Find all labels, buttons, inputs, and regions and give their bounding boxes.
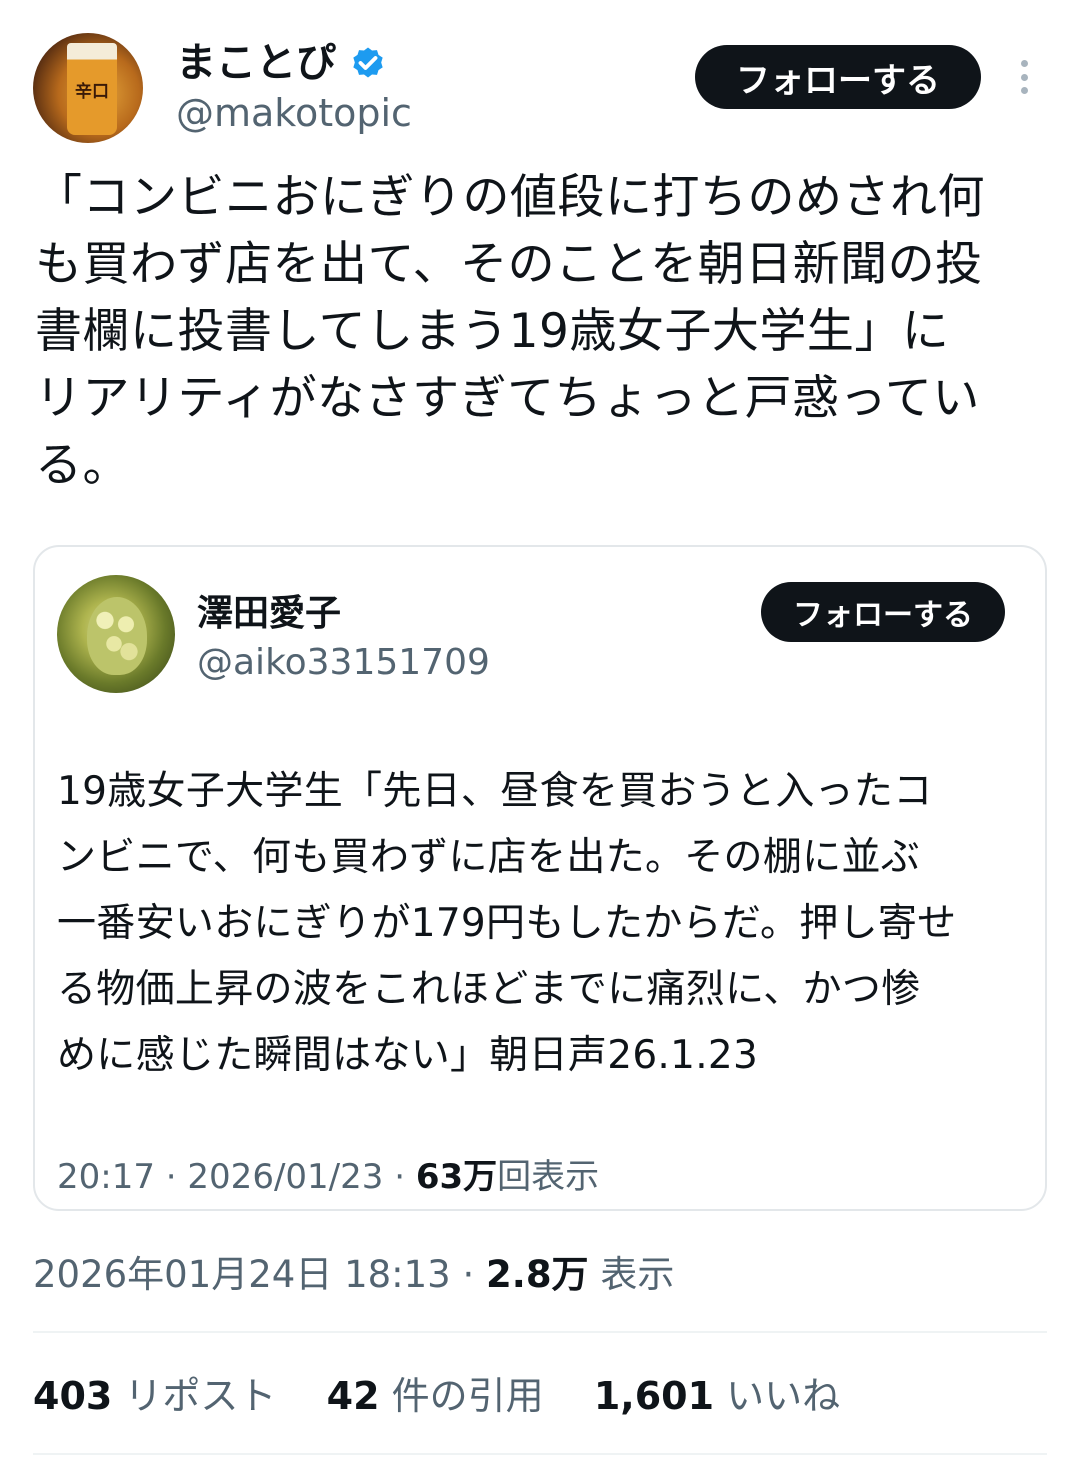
author-name[interactable]: まことぴ: [176, 38, 336, 88]
likes-label: いいね: [726, 1374, 841, 1418]
follow-button[interactable]: フォローする: [695, 45, 981, 109]
tweet-views-label: 表示: [600, 1253, 675, 1296]
quoted-views-count: 63万: [415, 1157, 498, 1197]
more-vertical-icon[interactable]: [1010, 60, 1038, 94]
reposts-label: リポスト: [124, 1374, 277, 1418]
quoted-author-avatar[interactable]: [57, 575, 175, 693]
avatar-label: 辛口: [75, 82, 109, 102]
engagement-stats: 403 リポスト 42 件の引用 1,601 いいね: [33, 1370, 840, 1422]
tweet-views-count: 2.8万: [486, 1253, 589, 1296]
meta-separator: ·: [462, 1253, 475, 1296]
quoted-tweet-text: 19歳女子大学生「先日、昼食を買おうと入ったコ ンビニで、何も買わずに店を出た。…: [57, 769, 957, 1078]
grape-cluster-image: [87, 597, 147, 675]
likes-count: 1,601: [593, 1374, 715, 1418]
meta-separator: ·: [165, 1157, 177, 1197]
divider-bottom: [33, 1453, 1047, 1455]
quoted-date: 2026/01/23: [187, 1157, 384, 1197]
divider-top: [33, 1331, 1047, 1333]
tweet-text: 「コンビニおにぎりの値段に打ちのめされ何 も買わず店を出て、そのことを朝日新聞の…: [35, 170, 985, 493]
verified-badge-icon: [353, 47, 383, 78]
quotes-stat[interactable]: 42 件の引用: [327, 1374, 556, 1418]
quoted-views-label: 回表示: [497, 1157, 600, 1197]
quotes-count: 42: [326, 1374, 380, 1418]
quoted-follow-button[interactable]: フォローする: [761, 582, 1005, 642]
quoted-tweet-meta: 20:17 · 2026/01/23 · 63万回表示: [57, 1155, 599, 1199]
quotes-label: 件の引用: [391, 1374, 544, 1418]
reposts-count: 403: [33, 1374, 113, 1418]
meta-separator: ·: [394, 1157, 406, 1197]
quoted-tweet-card[interactable]: 澤田愛子 @aiko33151709 フォローする 19歳女子大学生「先日、昼食…: [33, 545, 1047, 1211]
reposts-stat[interactable]: 403 リポスト: [33, 1374, 289, 1418]
quoted-author-name[interactable]: 澤田愛子: [197, 591, 341, 637]
tweet-meta: 2026年01月24日 18:13 · 2.8万 表示: [33, 1250, 674, 1300]
quoted-time: 20:17: [57, 1157, 155, 1197]
likes-stat[interactable]: 1,601 いいね: [594, 1374, 840, 1418]
tweet-timestamp[interactable]: 2026年01月24日 18:13: [33, 1253, 451, 1296]
author-avatar[interactable]: 辛口: [33, 33, 143, 143]
quoted-author-handle[interactable]: @aiko33151709: [197, 641, 490, 685]
author-handle[interactable]: @makotopic: [176, 90, 412, 136]
